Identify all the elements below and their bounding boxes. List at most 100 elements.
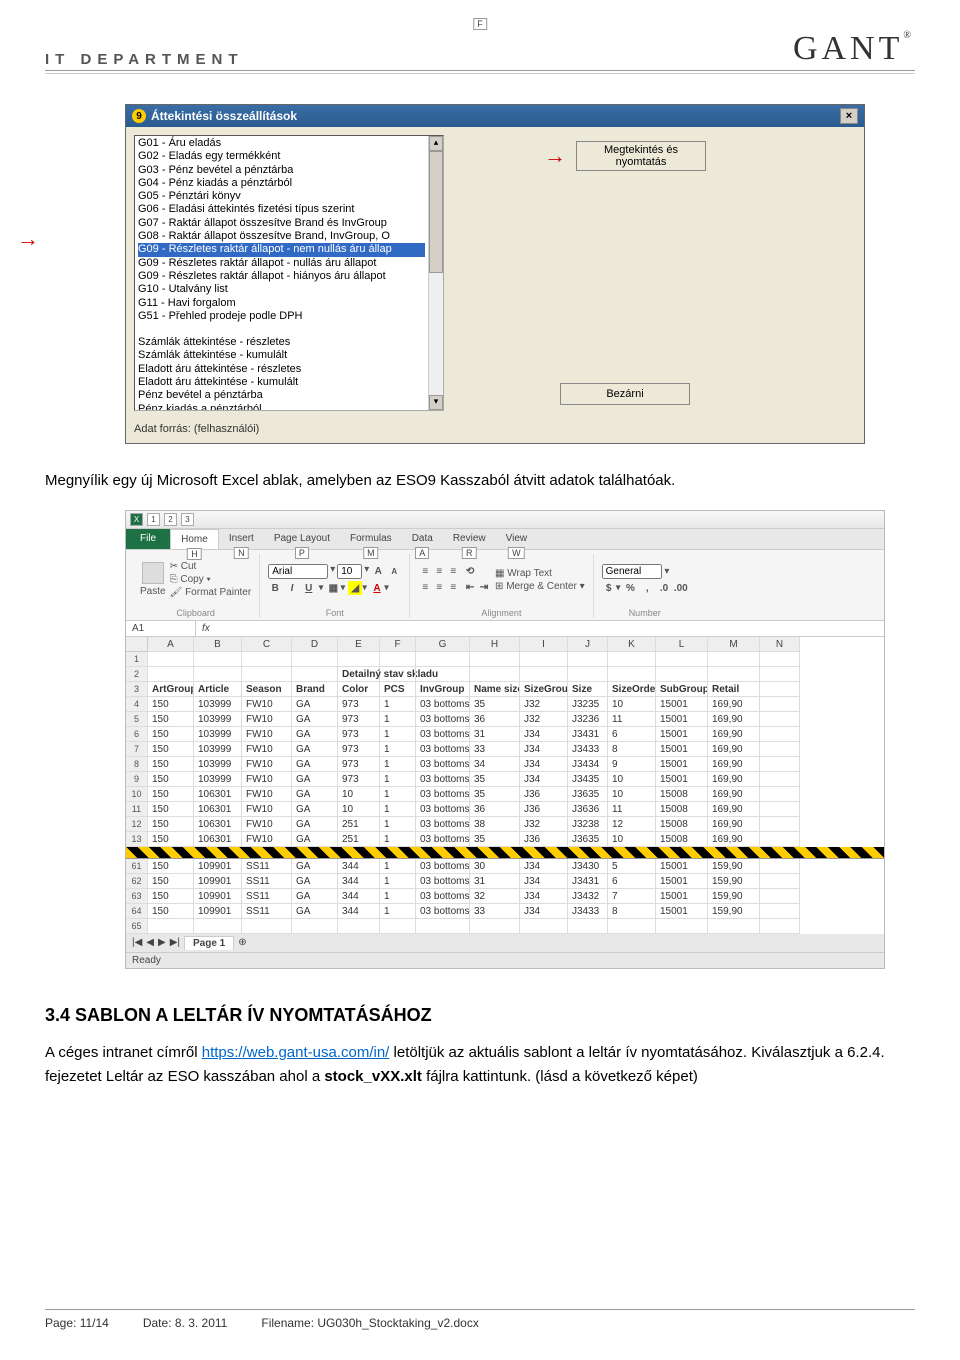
copy-button[interactable]: ⎘ Copy ▾ <box>170 574 211 585</box>
list-item[interactable]: G10 - Utalvány list <box>138 283 425 296</box>
list-item[interactable]: Számlák áttekintése - kumulált <box>138 349 425 362</box>
alignment-label: Alignment <box>418 608 584 618</box>
underline-button[interactable]: U <box>302 581 316 595</box>
ribbon-tab-data[interactable]: DataA <box>402 529 443 549</box>
scroll-thumb[interactable] <box>429 151 443 273</box>
font-size-input[interactable] <box>337 564 362 579</box>
page-header: IT DEPARTMENT GANT® <box>45 30 915 71</box>
orientation-icon[interactable]: ⟲ <box>463 565 477 579</box>
qat-3[interactable]: 3 <box>181 513 194 526</box>
align-top-icon[interactable]: ≡ <box>418 565 432 579</box>
excel-icon: X <box>130 513 143 526</box>
brand-logo: GANT® <box>793 30 915 68</box>
scrollbar[interactable]: ▴ ▾ <box>428 136 443 410</box>
number-label: Number <box>602 608 688 618</box>
ribbon-tab-review[interactable]: ReviewR <box>443 529 496 549</box>
ribbon-tab-formulas[interactable]: FormulasM <box>340 529 402 549</box>
align-right-icon[interactable]: ≡ <box>446 581 460 595</box>
sheet-nav-last-icon[interactable]: ▶| <box>170 937 180 948</box>
qat-1[interactable]: 1 <box>147 513 160 526</box>
list-item[interactable]: G06 - Eladási áttekintés fizetési típus … <box>138 203 425 216</box>
indent-dec-icon[interactable]: ⇤ <box>463 581 477 595</box>
currency-icon[interactable]: $ <box>602 581 616 595</box>
list-item[interactable]: G51 - Přehled prodeje podle DPH <box>138 310 425 323</box>
cut-button[interactable]: ✂ Cut <box>170 561 197 572</box>
italic-button[interactable]: I <box>285 581 299 595</box>
list-item[interactable]: G04 - Pénz kiadás a pénztárból <box>138 177 425 190</box>
list-item[interactable]: Számlák áttekintése - részletes <box>138 336 425 349</box>
number-group: ▾ $▾ % , .0 .00 Number <box>594 554 696 618</box>
percent-icon[interactable]: % <box>623 581 637 595</box>
bold-button[interactable]: B <box>268 581 282 595</box>
wrap-text-button[interactable]: ▦ Wrap Text <box>495 568 552 579</box>
keytip: H <box>187 548 202 560</box>
qat-2[interactable]: 2 <box>164 513 177 526</box>
name-box[interactable]: A1 <box>126 621 196 636</box>
dec-decimal-icon[interactable]: .00 <box>674 581 688 595</box>
sheet-nav-prev-icon[interactable]: ◀ <box>146 937 154 948</box>
list-item[interactable]: G01 - Áru eladás <box>138 137 425 150</box>
paste-button[interactable]: Paste <box>140 586 166 597</box>
dialog-title: Áttekintési összeállítások <box>151 109 297 123</box>
align-mid-icon[interactable]: ≡ <box>432 565 446 579</box>
list-item[interactable]: Pénz bevétel a pénztárba <box>138 389 425 402</box>
list-item[interactable]: G11 - Havi forgalom <box>138 297 425 310</box>
new-sheet-icon[interactable]: ⊕ <box>238 937 246 948</box>
section-heading: 3.4 SABLON A LELTÁR ÍV NYOMTATÁSÁHOZ <box>45 1005 915 1026</box>
print-preview-button[interactable]: Megtekintés és nyomtatás <box>576 141 706 171</box>
spreadsheet-grid[interactable]: ABCDEFGHIJKLMN12Detailný stav skladu3Art… <box>126 637 884 934</box>
close-button[interactable]: Bezárni <box>560 383 690 405</box>
list-item[interactable]: G08 - Raktár állapot összesítve Brand, I… <box>138 230 425 243</box>
ribbon-tab-home[interactable]: HomeH <box>170 529 219 549</box>
report-listbox[interactable]: G01 - Áru eladásG02 - Eladás egy termékk… <box>134 135 444 411</box>
font-color-icon[interactable]: A <box>370 581 384 595</box>
merge-center-button[interactable]: ⊞ Merge & Center ▾ <box>495 581 585 592</box>
dept-label: IT DEPARTMENT <box>45 51 244 68</box>
indent-inc-icon[interactable]: ⇥ <box>477 581 491 595</box>
close-icon[interactable]: × <box>840 108 858 124</box>
keytip: W <box>508 547 525 559</box>
list-item[interactable]: G09 - Részletes raktár állapot - hiányos… <box>138 270 425 283</box>
list-item[interactable]: G07 - Raktár állapot összesítve Brand és… <box>138 217 425 230</box>
align-left-icon[interactable]: ≡ <box>418 581 432 595</box>
list-item[interactable]: Pénz kiadás a pénztárból <box>138 403 425 410</box>
sheet-nav-first-icon[interactable]: |◀ <box>132 937 142 948</box>
ribbon-tab-insert[interactable]: InsertN <box>219 529 264 549</box>
shrink-font-icon[interactable]: A <box>387 564 401 578</box>
list-item[interactable]: G09 - Részletes raktár állapot - nullás … <box>138 257 425 270</box>
list-item[interactable]: G03 - Pénz bevétel a pénztárba <box>138 164 425 177</box>
sheet-tab[interactable]: Page 1 <box>184 936 234 950</box>
ribbon-tab-view[interactable]: ViewW <box>496 529 538 549</box>
ribbon-tab-page-layout[interactable]: Page LayoutP <box>264 529 340 549</box>
font-label: Font <box>268 608 401 618</box>
keytip: R <box>462 547 477 559</box>
align-center-icon[interactable]: ≡ <box>432 581 446 595</box>
arrow-icon: → <box>544 143 566 169</box>
intranet-link[interactable]: https://web.gant-usa.com/in/ <box>202 1044 390 1061</box>
paste-icon[interactable] <box>142 562 164 584</box>
list-item[interactable]: G09 - Részletes raktár állapot - nem nul… <box>138 243 425 256</box>
fill-color-icon[interactable]: ◢ <box>348 581 362 595</box>
excel-window: X 1 2 3 FileFHomeHInsertNPage LayoutPFor… <box>125 510 885 969</box>
ribbon-tab-file[interactable]: FileF <box>126 529 170 549</box>
sheet-nav-next-icon[interactable]: ▶ <box>158 937 166 948</box>
scroll-up-icon[interactable]: ▴ <box>429 136 443 151</box>
quick-access-toolbar: X 1 2 3 <box>126 511 884 529</box>
fx-button[interactable]: fx <box>196 621 216 636</box>
format-painter-button[interactable]: 🖌 Format Painter <box>170 587 252 598</box>
inc-decimal-icon[interactable]: .0 <box>657 581 671 595</box>
scroll-down-icon[interactable]: ▾ <box>429 395 443 410</box>
align-bot-icon[interactable]: ≡ <box>446 565 460 579</box>
font-name-input[interactable] <box>268 564 328 579</box>
list-item[interactable]: Eladott áru áttekintése - részletes <box>138 363 425 376</box>
list-item[interactable]: G05 - Pénztári könyv <box>138 190 425 203</box>
list-item[interactable]: G02 - Eladás egy termékként <box>138 150 425 163</box>
grow-font-icon[interactable]: A <box>371 564 385 578</box>
arrow-icon: → <box>17 226 39 252</box>
number-format-select[interactable] <box>602 564 662 579</box>
list-item[interactable]: Eladott áru áttekintése - kumulált <box>138 376 425 389</box>
sheet-tabs: |◀ ◀ ▶ ▶| Page 1 ⊕ <box>126 934 884 952</box>
border-icon[interactable]: ▦ <box>326 581 340 595</box>
paragraph-2: A céges intranet címről https://web.gant… <box>45 1041 915 1089</box>
comma-icon[interactable]: , <box>640 581 654 595</box>
